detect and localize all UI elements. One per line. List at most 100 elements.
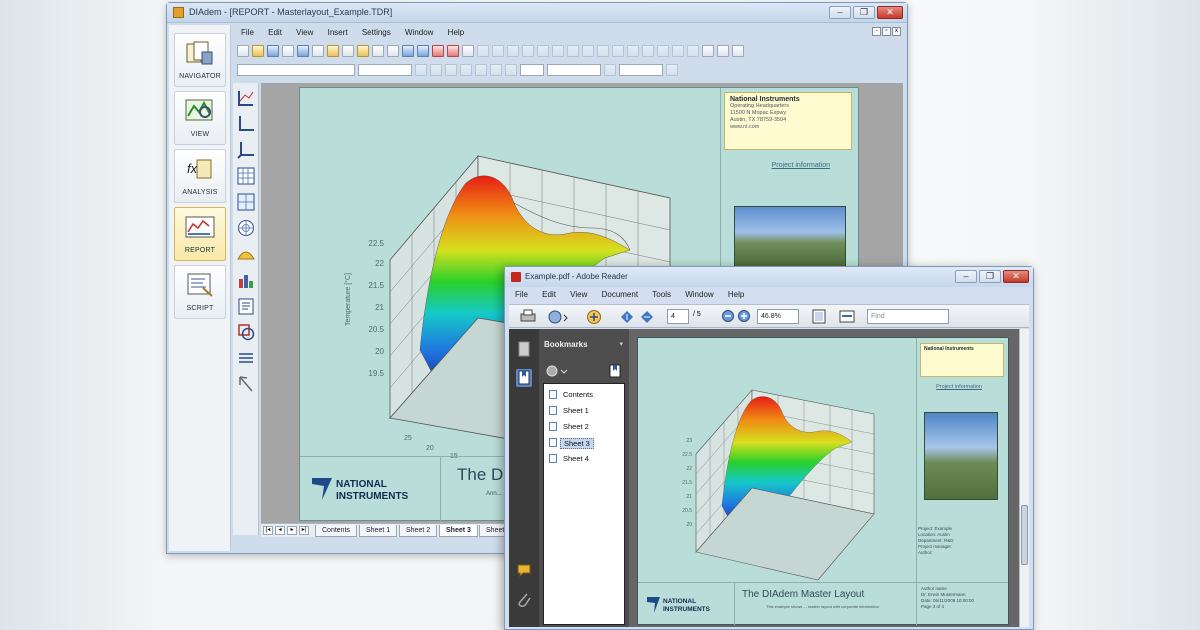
distribute-v-icon[interactable] <box>582 45 594 57</box>
reader-menu-file[interactable]: File <box>509 288 534 299</box>
nav-view-button[interactable]: VIEW <box>174 91 226 145</box>
font-size-select[interactable] <box>358 64 412 76</box>
reader-menu-edit[interactable]: Edit <box>536 288 562 299</box>
first-sheet-button[interactable]: |◂ <box>263 526 273 535</box>
save-icon[interactable] <box>267 45 279 57</box>
undo-icon[interactable] <box>372 45 384 57</box>
sheet-tab-3[interactable]: Sheet 3 <box>439 525 478 537</box>
menu-help[interactable]: Help <box>442 25 470 37</box>
sheet-tab-1[interactable]: Sheet 1 <box>359 525 398 537</box>
bookmark-options-icon[interactable] <box>545 363 569 379</box>
reader-menu-tools[interactable]: Tools <box>646 288 677 299</box>
font-color-icon[interactable] <box>460 64 472 76</box>
same-size-icon[interactable] <box>627 45 639 57</box>
diadem-titlebar[interactable]: DIAdem - [REPORT - Masterlayout_Example.… <box>167 3 907 23</box>
reader-menu-help[interactable]: Help <box>722 288 750 299</box>
align-bottom-icon[interactable] <box>552 45 564 57</box>
prev-page-icon[interactable] <box>619 309 635 324</box>
sheet-tab-2[interactable]: Sheet 2 <box>399 525 438 537</box>
fill-color-icon[interactable] <box>666 64 678 76</box>
zoom-in-icon[interactable] <box>402 45 414 57</box>
text-align-right-icon[interactable] <box>505 64 517 76</box>
reader-close-button[interactable]: ✕ <box>1003 270 1029 283</box>
delete-icon[interactable] <box>447 45 459 57</box>
curve-2d-icon[interactable] <box>237 89 255 107</box>
snap-icon[interactable] <box>717 45 729 57</box>
fit-page-icon[interactable] <box>811 309 827 324</box>
bring-front-icon[interactable] <box>642 45 654 57</box>
surface-3d-icon[interactable] <box>237 245 255 263</box>
properties-icon[interactable] <box>732 45 744 57</box>
find-input[interactable]: Find <box>867 309 949 324</box>
project-information-link[interactable]: Project information <box>772 162 830 169</box>
send-back-icon[interactable] <box>657 45 669 57</box>
doc-minimize-button[interactable]: - <box>872 27 881 36</box>
bookmark-sheet-3[interactable]: Sheet 3 <box>560 438 594 449</box>
text-align-center-icon[interactable] <box>490 64 502 76</box>
align-center-icon[interactable] <box>492 45 504 57</box>
doc-close-button[interactable]: x <box>892 27 901 36</box>
last-sheet-button[interactable]: ▸| <box>299 526 309 535</box>
reader-menu-window[interactable]: Window <box>679 288 719 299</box>
copy-icon[interactable] <box>342 45 354 57</box>
grid-table-icon[interactable] <box>237 193 255 211</box>
zoom-level-select[interactable]: 46.8% <box>757 309 799 324</box>
layout-icon[interactable] <box>312 45 324 57</box>
bookmark-sheet-1[interactable]: Sheet 1 <box>560 406 592 415</box>
pages-icon[interactable] <box>516 341 532 359</box>
bookmarks-panel-menu[interactable]: ▾ <box>619 340 623 348</box>
attachment-icon[interactable] <box>516 591 532 609</box>
bookmark-contents[interactable]: Contents <box>560 390 596 399</box>
axis-system-icon[interactable] <box>237 115 255 133</box>
zoom-out-icon[interactable] <box>721 309 735 324</box>
line-style-select[interactable] <box>547 64 601 76</box>
pdf-project-information-link[interactable]: Project information <box>936 384 982 390</box>
bold-icon[interactable] <box>415 64 427 76</box>
nav-report-button[interactable]: REPORT <box>174 207 226 261</box>
fit-width-icon[interactable] <box>839 309 855 324</box>
minimize-button[interactable]: ‒ <box>829 6 851 19</box>
close-button[interactable]: ✕ <box>877 6 903 19</box>
email-icon[interactable] <box>547 309 569 324</box>
fill-select[interactable] <box>619 64 663 76</box>
align-top-icon[interactable] <box>522 45 534 57</box>
polar-plot-icon[interactable] <box>237 219 255 237</box>
bookmarks-panel-icon[interactable] <box>516 369 532 387</box>
redo-icon[interactable] <box>387 45 399 57</box>
menu-settings[interactable]: Settings <box>356 25 397 37</box>
zoom-in-icon[interactable] <box>737 309 751 324</box>
reader-menu-document[interactable]: Document <box>596 288 644 299</box>
bar-chart-icon[interactable] <box>237 271 255 289</box>
open-icon[interactable] <box>252 45 264 57</box>
doc-restore-button[interactable]: ▫ <box>882 27 891 36</box>
align-right-icon[interactable] <box>507 45 519 57</box>
cut-icon[interactable] <box>327 45 339 57</box>
sheet-tab-contents[interactable]: Contents <box>315 525 358 537</box>
reader-minimize-button[interactable]: ‒ <box>955 270 977 283</box>
reader-vertical-scrollbar[interactable] <box>1019 329 1029 627</box>
page-number-input[interactable]: 4 <box>667 309 689 324</box>
line-color-icon[interactable] <box>604 64 616 76</box>
italic-icon[interactable] <box>430 64 442 76</box>
lines-icon[interactable] <box>237 349 255 367</box>
object-icon[interactable] <box>462 45 474 57</box>
reader-scroll-thumb[interactable] <box>1021 505 1028 565</box>
menu-view[interactable]: View <box>290 25 319 37</box>
align-left-icon[interactable] <box>477 45 489 57</box>
hand-icon[interactable] <box>585 309 605 324</box>
reader-titlebar[interactable]: Example.pdf - Adobe Reader ‒ ❐ ✕ <box>505 267 1033 287</box>
group-icon[interactable] <box>672 45 684 57</box>
reader-menu-view[interactable]: View <box>564 288 593 299</box>
new-icon[interactable] <box>237 45 249 57</box>
filter-icon[interactable] <box>297 45 309 57</box>
next-sheet-button[interactable]: ▸ <box>287 526 297 535</box>
same-width-icon[interactable] <box>597 45 609 57</box>
pdf-page[interactable]: 23 22.5 22 21.5 21 20.5 20 National Instrumen… <box>637 337 1009 625</box>
maximize-button[interactable]: ❐ <box>853 6 875 19</box>
reader-maximize-button[interactable]: ❐ <box>979 270 1001 283</box>
ungroup-icon[interactable] <box>687 45 699 57</box>
table-icon[interactable] <box>237 167 255 185</box>
grid-icon[interactable] <box>702 45 714 57</box>
font-name-select[interactable] <box>237 64 355 76</box>
align-middle-icon[interactable] <box>537 45 549 57</box>
